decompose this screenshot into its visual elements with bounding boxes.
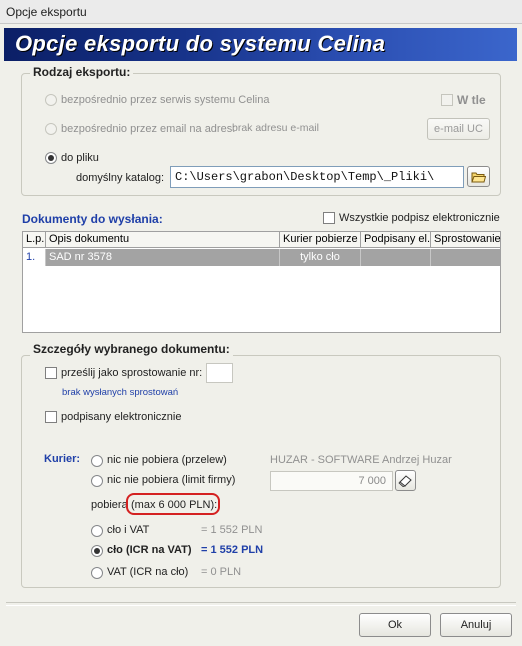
none-limit-label: nic nie pobiera (limit firmy) (107, 474, 236, 486)
radio-file[interactable] (45, 152, 57, 164)
correction-checkbox[interactable] (45, 367, 57, 379)
cell-opis: SAD nr 3578 (46, 249, 280, 266)
folder-icon (471, 172, 486, 183)
documents-table: L.p. Opis dokumentu Kurier pobierze Podp… (22, 231, 501, 333)
footer-separator (6, 602, 516, 606)
column-header-opis[interactable]: Opis dokumentu (46, 232, 280, 248)
sign-all-checkbox[interactable] (323, 212, 335, 224)
limit-input-value: 7 000 (358, 475, 386, 487)
radio-duty-vat[interactable] (91, 525, 103, 537)
signed-checkbox[interactable] (45, 411, 57, 423)
max-amount-note: (max 6 000 PLN): (131, 499, 218, 511)
correction-number-input[interactable] (206, 363, 233, 383)
column-header-sprostowanie[interactable]: Sprostowanie (431, 232, 501, 248)
correction-label: prześlij jako sprostowanie nr: (61, 367, 203, 379)
column-header-podpisany[interactable]: Podpisany el. (361, 232, 431, 248)
signed-label: podpisany elektronicznie (61, 411, 182, 423)
radio-duty[interactable] (91, 545, 103, 557)
cell-kurier: tylko cło (280, 249, 361, 266)
ok-button[interactable]: Ok (359, 613, 431, 637)
cancel-button[interactable]: Anuluj (440, 613, 512, 637)
email-uc-button-label: e-mail UC (434, 123, 483, 135)
radio-vat[interactable] (91, 567, 103, 579)
duty-vat-label: cło i VAT (107, 524, 150, 536)
company-name: HUZAR - SOFTWARE Andrzej Huzar (270, 454, 452, 466)
email-address-value: brak adresu e-mail (232, 122, 319, 134)
sign-all-label: Wszystkie podpisz elektronicznie (339, 212, 500, 224)
duty-label: cło (ICR na VAT) (107, 544, 192, 556)
duty-value: = 1 552 PLN (201, 544, 264, 556)
email-uc-button[interactable]: e-mail UC (427, 118, 490, 140)
cell-lp: 1. (23, 249, 46, 266)
directory-input-value: C:\Users\grabon\Desktop\Temp\_Pliki\ (175, 170, 435, 184)
column-header-kurier[interactable]: Kurier pobierze (280, 232, 361, 248)
radio-none-transfer[interactable] (91, 455, 103, 467)
radio-service[interactable] (45, 94, 57, 106)
radio-email[interactable] (45, 123, 57, 135)
window-titlebar: Opcje eksportu (0, 0, 522, 24)
banner-title: Opcje eksportu do systemu Celina (15, 31, 386, 56)
limit-input[interactable]: 7 000 (270, 471, 393, 491)
eraser-icon (398, 475, 412, 487)
email-option-label: bezpośrednio przez email na adres: (61, 123, 236, 135)
cancel-button-label: Anuluj (460, 619, 492, 631)
collects-label: pobiera (91, 499, 128, 511)
column-header-lp[interactable]: L.p. (23, 232, 46, 248)
cell-sprostowanie (431, 249, 500, 266)
w-tle-checkbox[interactable] (441, 94, 453, 106)
cell-podpisany (361, 249, 431, 266)
ok-button-label: Ok (387, 619, 403, 631)
details-legend: Szczegóły wybranego dokumentu: (30, 342, 233, 356)
courier-label: Kurier: (44, 453, 81, 465)
directory-label: domyślny katalog: (76, 172, 165, 184)
table-row[interactable]: 1. SAD nr 3578 tylko cło (23, 249, 500, 266)
directory-input[interactable]: C:\Users\grabon\Desktop\Temp\_Pliki\ (170, 166, 464, 188)
radio-none-limit[interactable] (91, 475, 103, 487)
documents-title: Dokumenty do wysłania: (22, 212, 163, 226)
duty-vat-value: = 1 552 PLN (201, 524, 263, 536)
none-transfer-label: nic nie pobiera (przelew) (107, 454, 227, 466)
export-type-legend: Rodzaj eksportu: (30, 65, 134, 79)
header-banner: Opcje eksportu do systemu Celina (4, 28, 517, 61)
no-corrections-note: brak wysłanych sprostowań (62, 387, 179, 398)
limit-edit-button[interactable] (395, 470, 416, 491)
service-option-label: bezpośrednio przez serwis systemu Celina (61, 94, 270, 106)
vat-value: = 0 PLN (201, 566, 242, 578)
browse-folder-button[interactable] (467, 166, 490, 187)
vat-label: VAT (ICR na cło) (107, 566, 189, 578)
window-title: Opcje eksportu (6, 5, 87, 19)
file-option-label: do pliku (61, 152, 99, 164)
w-tle-label: W tle (457, 93, 486, 107)
